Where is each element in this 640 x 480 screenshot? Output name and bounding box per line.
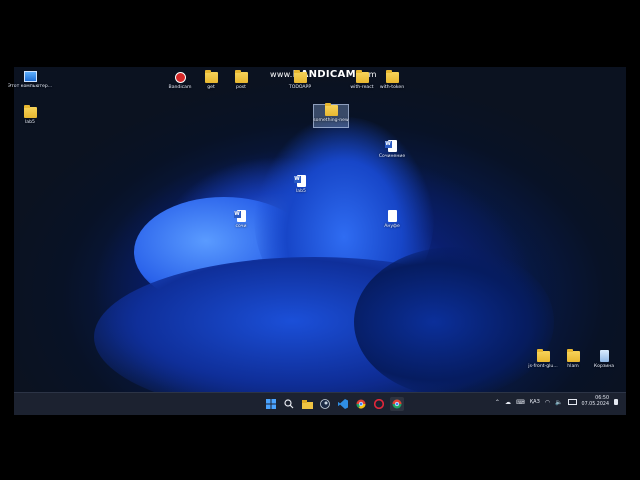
chrome-button[interactable] bbox=[354, 397, 368, 411]
folder-icon bbox=[234, 70, 248, 83]
clock-date: 07.05.2024 bbox=[581, 402, 609, 407]
steam-icon bbox=[320, 399, 330, 409]
clock[interactable]: 06:50 07.05.2024 bbox=[582, 396, 609, 408]
opera-icon bbox=[374, 399, 384, 409]
folder-icon bbox=[23, 105, 37, 118]
start-button[interactable] bbox=[264, 397, 278, 411]
steam-button[interactable] bbox=[318, 397, 332, 411]
taskbar-apps bbox=[264, 397, 404, 411]
vscode-button[interactable] bbox=[336, 397, 350, 411]
battery-icon[interactable] bbox=[567, 399, 577, 405]
folder-icon bbox=[566, 349, 580, 362]
taskbar: ⌃ ☁ ⌨ ҚАЗ ◠ 🔈 06:50 07.05.2024 bbox=[14, 392, 626, 415]
cloud-icon[interactable]: ☁ bbox=[505, 399, 511, 406]
notification-icon[interactable] bbox=[614, 399, 618, 405]
keyboard-icon[interactable]: ⌨ bbox=[516, 399, 525, 406]
folder-icon bbox=[324, 103, 338, 116]
desktop-icon-lab5[interactable]: lab5 bbox=[8, 105, 52, 125]
desktop-icon-this-pc[interactable]: Этот компьютер... bbox=[8, 71, 52, 89]
system-tray: ⌃ ☁ ⌨ ҚАЗ ◠ 🔈 06:50 07.05.2024 bbox=[495, 396, 618, 408]
document-icon bbox=[387, 210, 397, 222]
desktop-icon-selected-folder[interactable]: something-new bbox=[313, 103, 349, 128]
word-document-icon bbox=[293, 175, 306, 187]
desktop-icon-post[interactable]: post bbox=[219, 70, 263, 90]
folder-icon bbox=[385, 70, 399, 83]
volume-icon[interactable]: 🔈 bbox=[555, 399, 562, 406]
desktop-icon-word-doc-top[interactable]: Сочинение bbox=[370, 140, 414, 159]
word-document-icon bbox=[233, 210, 246, 222]
windows-logo-icon bbox=[266, 399, 276, 409]
desktop-icon-plain-doc[interactable]: Aнуфe bbox=[370, 210, 414, 229]
recycle-bin-icon bbox=[599, 350, 609, 362]
folder-icon bbox=[536, 349, 550, 362]
language-indicator[interactable]: ҚАЗ bbox=[530, 399, 540, 405]
wifi-icon[interactable]: ◠ bbox=[545, 399, 550, 406]
word-document-icon bbox=[384, 140, 397, 152]
wallpaper-bloom-right bbox=[354, 247, 554, 392]
desktop-icon-todoapp[interactable]: TODOAPP bbox=[278, 70, 322, 90]
computer-icon bbox=[23, 71, 37, 82]
opera-button[interactable] bbox=[372, 397, 386, 411]
chrome-alt-icon bbox=[392, 399, 402, 409]
search-button[interactable] bbox=[282, 397, 296, 411]
desktop-icon-word-doc-mid[interactable]: lab5 bbox=[279, 175, 323, 194]
chevron-up-icon[interactable]: ⌃ bbox=[495, 399, 500, 406]
file-explorer-icon bbox=[301, 399, 313, 409]
folder-icon bbox=[204, 70, 218, 83]
file-explorer-button[interactable] bbox=[300, 397, 314, 411]
chrome-alt-button[interactable] bbox=[390, 397, 404, 411]
desktop-icon-recycle-bin[interactable]: Корзина bbox=[582, 350, 626, 369]
vscode-icon bbox=[338, 399, 348, 409]
search-icon bbox=[284, 399, 294, 409]
chrome-icon bbox=[356, 399, 366, 409]
folder-icon bbox=[355, 70, 369, 83]
bandicam-icon bbox=[174, 72, 186, 83]
desktop-icon-word-doc-left[interactable]: сочи bbox=[219, 210, 263, 229]
desktop-icon-with-token[interactable]: with-token bbox=[370, 70, 414, 90]
folder-icon bbox=[293, 70, 307, 83]
